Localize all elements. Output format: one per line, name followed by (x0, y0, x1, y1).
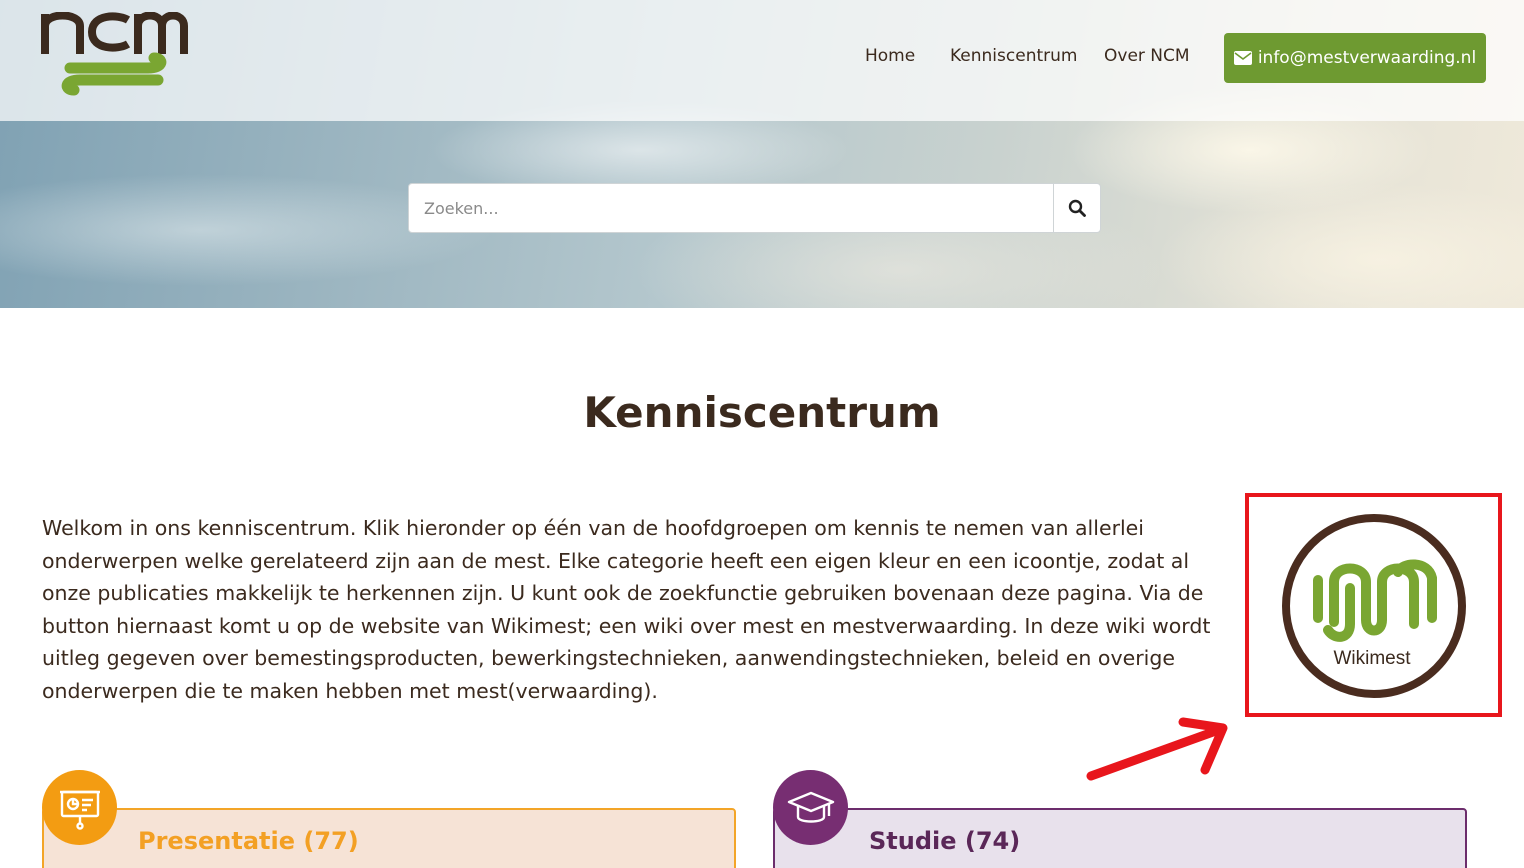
nav-home[interactable]: Home (865, 46, 915, 66)
category-label-presentatie[interactable]: Presentatie (77) (138, 827, 359, 855)
nav-kenniscentrum[interactable]: Kenniscentrum (950, 46, 1077, 66)
graduation-cap-icon (787, 791, 834, 823)
intro-text: Welkom in ons kenniscentrum. Klik hieron… (42, 516, 1211, 703)
search-icon (1068, 199, 1086, 217)
email-button[interactable]: info@mestverwaarding.nl (1224, 33, 1486, 83)
category-icon-studie (773, 770, 848, 845)
ncm-logo[interactable] (40, 12, 188, 96)
wikimest-logo[interactable] (1278, 512, 1470, 702)
email-button-label: info@mestverwaarding.nl (1257, 48, 1477, 68)
category-label-studie[interactable]: Studie (74) (869, 827, 1020, 855)
category-icon-presentatie (42, 770, 117, 845)
search-button[interactable] (1053, 184, 1100, 232)
wikimest-label: Wikimest (1333, 648, 1411, 669)
red-arrow-icon (1086, 717, 1228, 781)
envelope-icon (1233, 51, 1252, 65)
nav-over-ncm[interactable]: Over NCM (1104, 46, 1190, 66)
search-input[interactable] (409, 184, 1053, 232)
search-bar (408, 183, 1101, 233)
presentation-icon (59, 790, 100, 830)
page-title: Kenniscentrum (583, 388, 941, 437)
